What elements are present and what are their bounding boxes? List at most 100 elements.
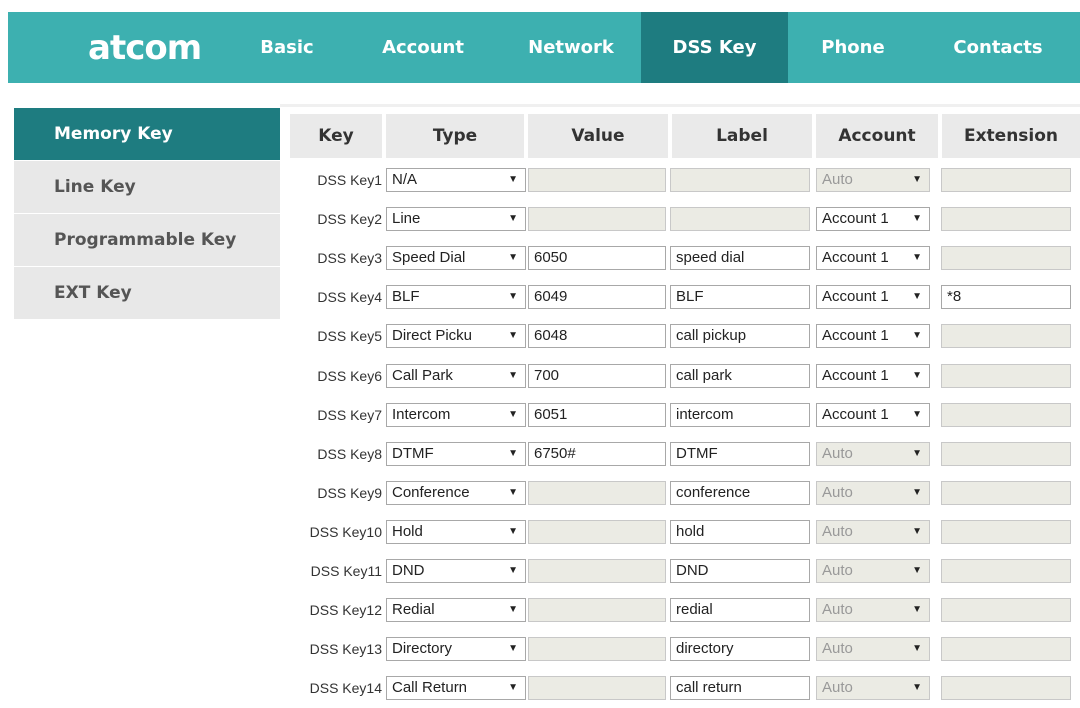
- type-select[interactable]: BLF ▼: [386, 285, 526, 310]
- sidebar-item-ext-key[interactable]: EXT Key: [14, 267, 280, 320]
- type-select-text: Call Return: [392, 679, 468, 697]
- extension-input[interactable]: [941, 559, 1071, 583]
- account-select-text: Auto: [822, 640, 853, 658]
- label-input[interactable]: call return: [670, 676, 810, 701]
- extension-input[interactable]: [941, 402, 1071, 427]
- value-input[interactable]: [528, 637, 666, 662]
- type-select[interactable]: Speed Dial ▼: [386, 246, 526, 271]
- value-input[interactable]: [528, 519, 666, 544]
- extension-input[interactable]: [941, 324, 1071, 349]
- type-select-text: Direct Picku: [392, 327, 473, 345]
- account-select[interactable]: Auto ▼: [816, 598, 930, 623]
- label-input[interactable]: call park: [670, 363, 810, 388]
- dropdown-arrow-icon: ▼: [912, 565, 922, 576]
- extension-input[interactable]: [941, 637, 1071, 662]
- value-input[interactable]: [528, 207, 666, 232]
- value-input[interactable]: 6051: [528, 402, 666, 427]
- nav-basic[interactable]: Basic: [237, 12, 337, 83]
- account-select[interactable]: Auto ▼: [816, 480, 930, 505]
- type-select[interactable]: Conference ▼: [386, 480, 526, 505]
- label-input[interactable]: BLF: [670, 285, 810, 310]
- dropdown-arrow-icon: ▼: [912, 330, 922, 342]
- extension-input[interactable]: [941, 246, 1071, 271]
- extension-input[interactable]: [941, 363, 1071, 388]
- dropdown-arrow-icon: ▼: [508, 252, 518, 264]
- column-header-label: Label: [672, 114, 812, 158]
- label-input[interactable]: call pickup: [670, 324, 810, 349]
- label-input[interactable]: DTMF: [670, 441, 810, 466]
- label-input-text: intercom: [676, 405, 734, 423]
- value-input[interactable]: [528, 676, 666, 701]
- extension-input[interactable]: [941, 519, 1071, 544]
- account-select[interactable]: Auto ▼: [816, 519, 930, 544]
- sidebar-item-memory-key[interactable]: Memory Key: [14, 108, 280, 161]
- label-input[interactable]: DND: [670, 559, 810, 583]
- account-select[interactable]: Account 1 ▼: [816, 285, 930, 310]
- type-select-text: Speed Dial: [392, 249, 466, 267]
- dss-key-label: DSS Key14: [309, 680, 382, 697]
- value-input[interactable]: [528, 598, 666, 623]
- type-select[interactable]: Line ▼: [386, 207, 526, 232]
- account-select[interactable]: Auto ▼: [816, 637, 930, 662]
- label-input[interactable]: intercom: [670, 402, 810, 427]
- extension-input[interactable]: [941, 598, 1071, 623]
- extension-input[interactable]: [941, 480, 1071, 505]
- account-select[interactable]: Account 1 ▼: [816, 363, 930, 388]
- type-select[interactable]: Hold ▼: [386, 519, 526, 544]
- label-input[interactable]: redial: [670, 598, 810, 623]
- sidebar-item-programmable-key[interactable]: Programmable Key: [14, 214, 280, 267]
- account-select[interactable]: Auto ▼: [816, 168, 930, 192]
- account-select-text: Auto: [822, 562, 853, 579]
- account-select-text: Auto: [822, 171, 853, 188]
- type-select[interactable]: Call Return ▼: [386, 676, 526, 701]
- sidebar-item-line-key[interactable]: Line Key: [14, 161, 280, 214]
- label-input[interactable]: [670, 207, 810, 232]
- type-select[interactable]: DND ▼: [386, 559, 526, 583]
- account-select[interactable]: Account 1 ▼: [816, 207, 930, 232]
- value-input[interactable]: 6048: [528, 324, 666, 349]
- type-select[interactable]: Intercom ▼: [386, 402, 526, 427]
- table-row: DSS Key2 Line ▼ Account 1 ▼: [280, 200, 1080, 239]
- label-input[interactable]: hold: [670, 519, 810, 544]
- label-input-text: directory: [676, 640, 734, 658]
- label-input[interactable]: speed dial: [670, 246, 810, 271]
- nav-network[interactable]: Network: [508, 12, 634, 83]
- label-input[interactable]: directory: [670, 637, 810, 662]
- nav-contacts[interactable]: Contacts: [928, 12, 1068, 83]
- value-input[interactable]: [528, 168, 666, 192]
- nav-dss-key[interactable]: DSS Key: [641, 12, 788, 83]
- extension-input[interactable]: [941, 676, 1071, 701]
- type-select[interactable]: N/A ▼: [386, 168, 526, 192]
- nav-account[interactable]: Account: [363, 12, 483, 83]
- label-input[interactable]: conference: [670, 480, 810, 505]
- value-input[interactable]: 6049: [528, 285, 666, 310]
- account-select[interactable]: Auto ▼: [816, 676, 930, 701]
- value-input[interactable]: 6050: [528, 246, 666, 271]
- value-input[interactable]: [528, 559, 666, 583]
- nav-phone[interactable]: Phone: [798, 12, 908, 83]
- extension-input[interactable]: *8: [941, 285, 1071, 310]
- atcom-logo[interactable]: atcom: [88, 28, 202, 68]
- type-select[interactable]: Directory ▼: [386, 637, 526, 662]
- type-select[interactable]: Call Park ▼: [386, 363, 526, 388]
- type-select[interactable]: DTMF ▼: [386, 441, 526, 466]
- extension-input[interactable]: [941, 441, 1071, 466]
- extension-input[interactable]: [941, 207, 1071, 232]
- value-input[interactable]: 6750#: [528, 441, 666, 466]
- value-input[interactable]: 700: [528, 363, 666, 388]
- sidebar: Memory Key Line Key Programmable Key EXT…: [14, 108, 280, 320]
- account-select[interactable]: Account 1 ▼: [816, 246, 930, 271]
- account-select[interactable]: Account 1 ▼: [816, 402, 930, 427]
- extension-input-text: *8: [947, 288, 962, 306]
- account-select[interactable]: Auto ▼: [816, 441, 930, 466]
- extension-input[interactable]: [941, 168, 1071, 192]
- account-select-text: Auto: [822, 483, 853, 501]
- table-row: DSS Key10 Hold ▼ hold Auto ▼: [280, 513, 1080, 552]
- value-input[interactable]: [528, 480, 666, 505]
- account-select[interactable]: Account 1 ▼: [816, 324, 930, 349]
- account-select[interactable]: Auto ▼: [816, 559, 930, 583]
- type-select[interactable]: Redial ▼: [386, 598, 526, 623]
- account-select-text: Account 1: [822, 249, 889, 267]
- type-select[interactable]: Direct Picku ▼: [386, 324, 526, 349]
- label-input[interactable]: [670, 168, 810, 192]
